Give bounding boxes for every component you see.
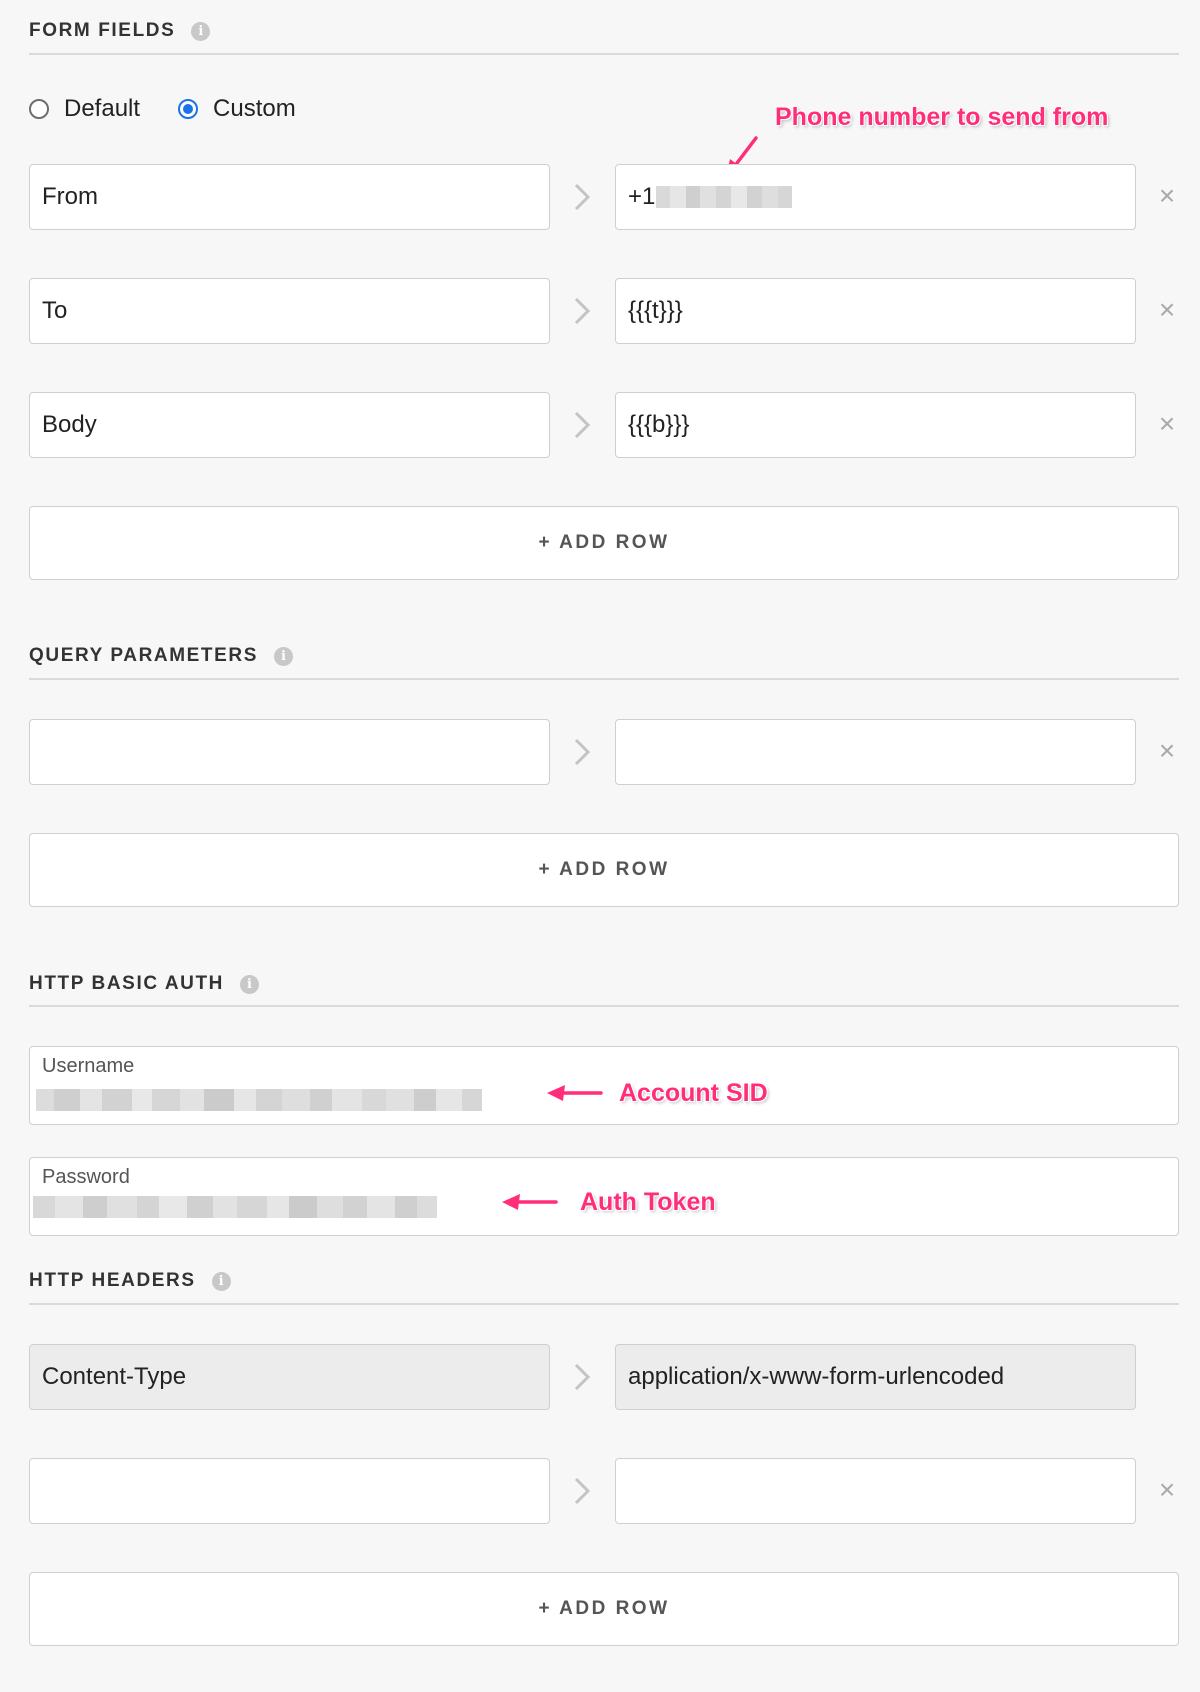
radio-custom[interactable]: Custom	[178, 95, 296, 123]
username-label: Username	[42, 1055, 135, 1077]
form-fields-mode-radio-group: Default Custom	[29, 92, 296, 126]
section-divider	[29, 1005, 1179, 1007]
info-icon[interactable]: i	[274, 646, 293, 666]
redacted-username	[36, 1089, 482, 1111]
add-query-param-row-button[interactable]: + ADD ROW	[29, 833, 1179, 907]
username-field[interactable]: Username	[29, 1046, 1179, 1125]
section-divider	[29, 1303, 1179, 1305]
section-divider	[29, 53, 1179, 55]
close-icon[interactable]: ×	[1155, 737, 1179, 765]
form-field-key-input[interactable]: Body	[29, 392, 550, 458]
radio-button[interactable]	[29, 99, 49, 119]
add-form-field-row-button[interactable]: + ADD ROW	[29, 506, 1179, 580]
close-icon[interactable]: ×	[1155, 410, 1179, 438]
query-param-key-input[interactable]	[29, 719, 550, 785]
radio-default[interactable]: Default	[29, 95, 140, 123]
query-parameters-heading: QUERY PARAMETERS i	[29, 645, 293, 667]
form-field-key-input[interactable]: To	[29, 278, 550, 344]
form-fields-heading: FORM FIELDS i	[29, 20, 211, 42]
section-divider	[29, 678, 1179, 680]
query-param-value-input[interactable]	[615, 719, 1136, 785]
http-basic-auth-heading: HTTP BASIC AUTH i	[29, 973, 259, 995]
info-icon[interactable]: i	[191, 21, 211, 41]
header-value-input[interactable]	[615, 1458, 1136, 1524]
http-headers-heading: HTTP HEADERS i	[29, 1270, 231, 1292]
redacted-password	[33, 1196, 437, 1218]
header-value-input: application/x-www-form-urlencoded	[615, 1344, 1136, 1410]
header-key-input[interactable]	[29, 1458, 550, 1524]
redacted-phone-number	[656, 186, 793, 208]
close-icon[interactable]: ×	[1155, 1476, 1179, 1504]
chevron-right-icon	[570, 1475, 594, 1507]
info-icon[interactable]: i	[211, 1271, 231, 1291]
annotation-arrow-icon	[502, 1194, 558, 1210]
chevron-right-icon	[570, 295, 594, 327]
chevron-right-icon	[570, 736, 594, 768]
chevron-right-icon	[570, 1361, 594, 1393]
form-field-key-input[interactable]: From	[29, 164, 550, 230]
annotation-account-sid: Account SID	[619, 1079, 768, 1107]
chevron-right-icon	[570, 409, 594, 441]
form-field-value-input[interactable]: +1	[615, 164, 1136, 230]
annotation-auth-token: Auth Token	[580, 1188, 716, 1216]
add-header-row-button[interactable]: + ADD ROW	[29, 1572, 1179, 1646]
close-icon[interactable]: ×	[1155, 296, 1179, 324]
form-field-value-input[interactable]: {{{t}}}	[615, 278, 1136, 344]
form-field-value-input[interactable]: {{{b}}}	[615, 392, 1136, 458]
info-icon[interactable]: i	[240, 974, 259, 994]
annotation-arrow-icon	[547, 1085, 603, 1101]
password-label: Password	[42, 1166, 130, 1188]
header-key-input: Content-Type	[29, 1344, 550, 1410]
radio-button-checked[interactable]	[178, 99, 199, 119]
annotation-phone: Phone number to send from	[775, 103, 1109, 131]
chevron-right-icon	[570, 181, 594, 213]
close-icon[interactable]: ×	[1155, 182, 1179, 210]
